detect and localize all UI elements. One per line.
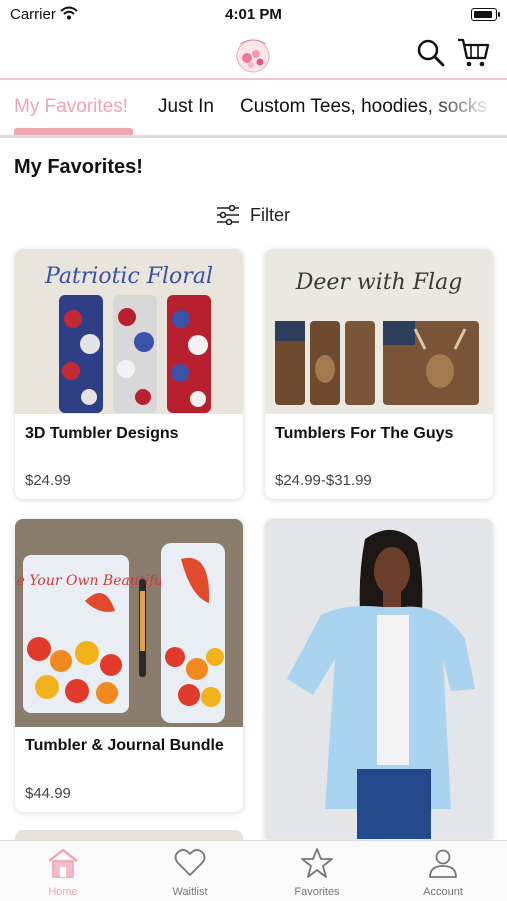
nav-waitlist-label: Waitlist	[172, 886, 208, 898]
nav-account[interactable]: Account	[398, 847, 488, 898]
store-logo[interactable]	[230, 32, 276, 74]
image-script-text: Patriotic Floral	[44, 264, 213, 289]
product-card[interactable]	[265, 519, 493, 839]
status-bar: Carrier 4:01 PM	[0, 0, 507, 28]
product-card[interactable]: Be Your Own Beautiful Tumbler & Journal …	[15, 519, 243, 812]
nav-favorites[interactable]: Favorites	[272, 847, 362, 898]
tabs-divider	[0, 135, 507, 138]
home-icon	[48, 848, 78, 878]
category-tabs: My Favorites! Just In Custom Tees, hoodi…	[0, 80, 507, 138]
product-image[interactable]	[265, 519, 493, 839]
nav-home[interactable]: Home	[18, 847, 108, 898]
filter-icon	[217, 205, 239, 225]
page-title: My Favorites!	[14, 156, 143, 178]
tab-just-in[interactable]: Just In	[158, 96, 214, 118]
nav-home-label: Home	[48, 886, 78, 898]
star-icon	[301, 848, 333, 878]
product-price: $44.99	[25, 785, 71, 802]
image-script-text: Deer with Flag	[295, 270, 463, 295]
product-price: $24.99-$31.99	[275, 472, 372, 489]
nav-account-label: Account	[423, 886, 463, 898]
product-image[interactable]: Patriotic Floral	[15, 249, 243, 414]
active-tab-indicator	[14, 128, 133, 135]
product-name: Tumblers For The Guys	[275, 425, 454, 442]
filter-label: Filter	[250, 204, 290, 225]
status-time: 4:01 PM	[225, 6, 282, 23]
nav-waitlist[interactable]: Waitlist	[145, 847, 235, 898]
search-icon[interactable]	[416, 38, 446, 68]
bottom-nav: Home Waitlist Favorites Account	[0, 840, 507, 901]
heart-icon	[174, 849, 206, 876]
tab-my-favorites[interactable]: My Favorites!	[14, 96, 128, 118]
person-icon	[429, 849, 457, 878]
cart-icon[interactable]	[456, 36, 490, 68]
product-name: 3D Tumbler Designs	[25, 425, 179, 442]
product-card[interactable]: Deer with Flag Tumblers For The Guys $24…	[265, 249, 493, 499]
app-header	[0, 28, 507, 80]
product-image[interactable]: Be Your Own Beautiful	[15, 519, 243, 727]
product-card[interactable]: Patriotic Floral 3D Tumbler Designs $24.…	[15, 249, 243, 499]
product-name: Tumbler & Journal Bundle	[25, 737, 224, 754]
filter-button[interactable]: Filter	[216, 203, 290, 227]
nav-favorites-label: Favorites	[294, 886, 340, 898]
product-card-peek	[15, 830, 243, 840]
product-image[interactable]: Deer with Flag	[265, 249, 493, 414]
tab-fade	[427, 80, 507, 138]
battery-icon	[471, 8, 500, 21]
product-price: $24.99	[25, 472, 71, 489]
